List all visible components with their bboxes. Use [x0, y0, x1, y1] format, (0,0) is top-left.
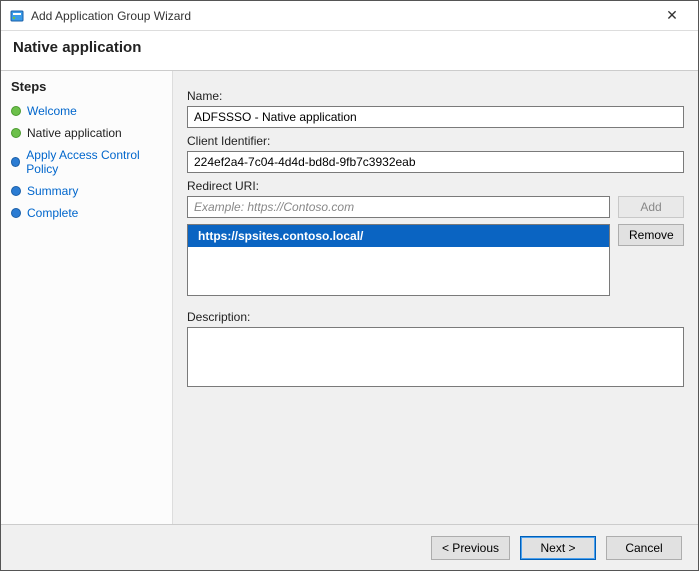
redirect-uri-item[interactable]: https://spsites.contoso.local/	[188, 225, 609, 247]
step-label: Complete	[27, 206, 78, 220]
client-identifier-input[interactable]	[187, 151, 684, 173]
redirect-uri-label: Redirect URI:	[187, 179, 684, 193]
step-complete[interactable]: Complete	[11, 202, 162, 224]
wizard-footer: < Previous Next > Cancel	[1, 524, 698, 570]
content-area: Steps Welcome Native application Apply A…	[1, 71, 698, 524]
description-label: Description:	[187, 310, 684, 324]
redirect-uri-list[interactable]: https://spsites.contoso.local/	[187, 224, 610, 296]
page-title: Native application	[13, 39, 141, 56]
cancel-button[interactable]: Cancel	[606, 536, 682, 560]
app-icon	[9, 8, 25, 24]
redirect-uri-input[interactable]	[187, 196, 610, 218]
step-label: Welcome	[27, 104, 77, 118]
step-bullet-icon	[11, 186, 21, 196]
step-welcome[interactable]: Welcome	[11, 100, 162, 122]
name-input[interactable]	[187, 106, 684, 128]
previous-button[interactable]: < Previous	[431, 536, 510, 560]
client-id-label: Client Identifier:	[187, 134, 684, 148]
step-summary[interactable]: Summary	[11, 180, 162, 202]
step-native-application[interactable]: Native application	[11, 122, 162, 144]
step-label: Summary	[27, 184, 78, 198]
add-button: Add	[618, 196, 684, 218]
step-apply-access-control-policy[interactable]: Apply Access Control Policy	[11, 144, 162, 180]
name-label: Name:	[187, 89, 684, 103]
step-label: Native application	[27, 126, 122, 140]
form-pane: Name: Client Identifier: Redirect URI: A…	[173, 71, 698, 524]
step-bullet-icon	[11, 128, 21, 138]
description-input[interactable]	[187, 327, 684, 387]
close-button[interactable]: ✕	[652, 2, 692, 30]
steps-heading: Steps	[11, 79, 162, 94]
step-bullet-icon	[11, 106, 21, 116]
close-icon: ✕	[666, 7, 678, 24]
title-bar: Add Application Group Wizard ✕	[1, 1, 698, 31]
steps-sidebar: Steps Welcome Native application Apply A…	[1, 71, 173, 524]
window-title: Add Application Group Wizard	[31, 9, 652, 23]
step-bullet-icon	[11, 157, 20, 167]
page-header: Native application	[1, 31, 698, 71]
next-button[interactable]: Next >	[520, 536, 596, 560]
step-bullet-icon	[11, 208, 21, 218]
step-label: Apply Access Control Policy	[26, 148, 162, 176]
remove-button[interactable]: Remove	[618, 224, 684, 246]
